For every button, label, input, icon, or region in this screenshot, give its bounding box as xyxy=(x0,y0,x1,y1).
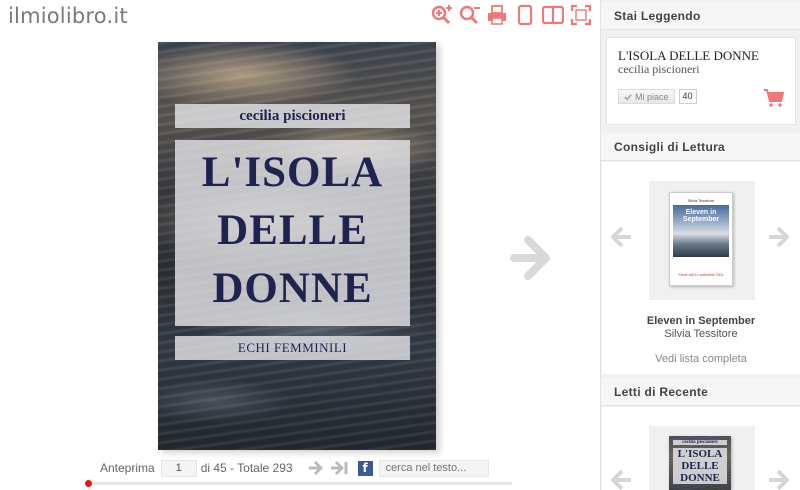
thumb-subtitle: Storie dell'11 settembre 2001 xyxy=(678,273,724,277)
site-logo[interactable]: ilmiolibro.it xyxy=(8,4,128,28)
book-cover-page[interactable]: cecilia piscioneri L'ISOLA DELLE DONNE E… xyxy=(158,42,436,450)
like-widget: Mi piace 40 xyxy=(618,89,697,104)
next-page-arrow-icon[interactable] xyxy=(510,236,554,280)
see-full-list-link[interactable]: Vedi lista completa xyxy=(602,353,800,365)
recommendations-next-icon[interactable] xyxy=(768,225,790,249)
reader-page: ilmiolibro.it cecilia piscioneri L'ISOLA… xyxy=(0,0,800,490)
cover-title-line: DONNE xyxy=(212,265,373,312)
double-page-icon[interactable] xyxy=(542,4,564,26)
recent-thumb-title-line: DELLE xyxy=(681,460,719,472)
next-page-icon[interactable] xyxy=(307,459,327,477)
preview-label: Anteprima xyxy=(100,461,155,475)
recent-next-icon[interactable] xyxy=(768,468,790,490)
recent-thumb-title-line: L'ISOLA xyxy=(677,448,723,460)
page-slider-track[interactable] xyxy=(88,482,512,485)
recommendation-author[interactable]: Silvia Tessitore xyxy=(602,328,800,340)
cover-series: ECHI FEMMINILI xyxy=(175,336,410,360)
recent-thumb-title-line: DONNE xyxy=(680,472,720,484)
page-total-text: di 45 - Totale 293 xyxy=(200,461,293,475)
recommendations-heading: Consigli di Lettura xyxy=(601,133,800,161)
recent-prev-icon[interactable] xyxy=(610,468,632,490)
cart-icon[interactable] xyxy=(763,88,785,108)
zoom-out-icon[interactable] xyxy=(458,4,480,26)
recent-thumbnail[interactable]: cecilia piscioneri L'ISOLA DELLE DONNE xyxy=(669,436,731,490)
recommendation-thumbnail[interactable]: Silvia Tessitore Eleven in September Sto… xyxy=(669,192,733,286)
single-page-icon[interactable] xyxy=(514,4,536,26)
like-button[interactable]: Mi piace xyxy=(618,89,675,104)
fullscreen-icon[interactable] xyxy=(570,4,592,26)
recent-thumb-author: cecilia piscioneri xyxy=(673,440,727,445)
recommendation-title[interactable]: Eleven in September xyxy=(602,315,800,327)
toolbar xyxy=(430,4,592,26)
reading-author[interactable]: cecilia piscioneri xyxy=(618,62,700,77)
like-count: 40 xyxy=(678,89,697,104)
recent-thumb-title: L'ISOLA DELLE DONNE xyxy=(673,448,727,484)
facebook-icon[interactable]: f xyxy=(357,460,373,476)
page-navigation-bar: Anteprima di 45 - Totale 293 f xyxy=(100,459,489,477)
last-page-icon[interactable] xyxy=(330,459,350,477)
cover-title-line: DELLE xyxy=(217,207,368,254)
reading-heading: Stai Leggendo xyxy=(601,2,800,30)
thumb-title: Eleven in September xyxy=(682,209,720,223)
page-number-input[interactable] xyxy=(160,459,197,477)
cover-title-line: L'ISOLA xyxy=(201,149,384,196)
thumb-image: Eleven in September xyxy=(673,205,729,257)
recent-heading: Letti di Recente xyxy=(601,378,800,406)
zoom-in-icon[interactable] xyxy=(430,4,452,26)
cover-author: cecilia piscioneri xyxy=(175,104,410,128)
print-icon[interactable] xyxy=(486,4,508,26)
like-label: Mi piace xyxy=(635,91,669,102)
now-reading-card: L'ISOLA DELLE DONNE cecilia piscioneri M… xyxy=(606,37,796,125)
search-text-input[interactable] xyxy=(378,459,489,477)
cover-title: L'ISOLA DELLE DONNE xyxy=(175,140,410,326)
page-slider-handle[interactable] xyxy=(85,480,92,487)
thumb-author: Silvia Tessitore xyxy=(687,198,715,203)
check-icon xyxy=(624,93,632,100)
recommendations-prev-icon[interactable] xyxy=(610,225,632,249)
